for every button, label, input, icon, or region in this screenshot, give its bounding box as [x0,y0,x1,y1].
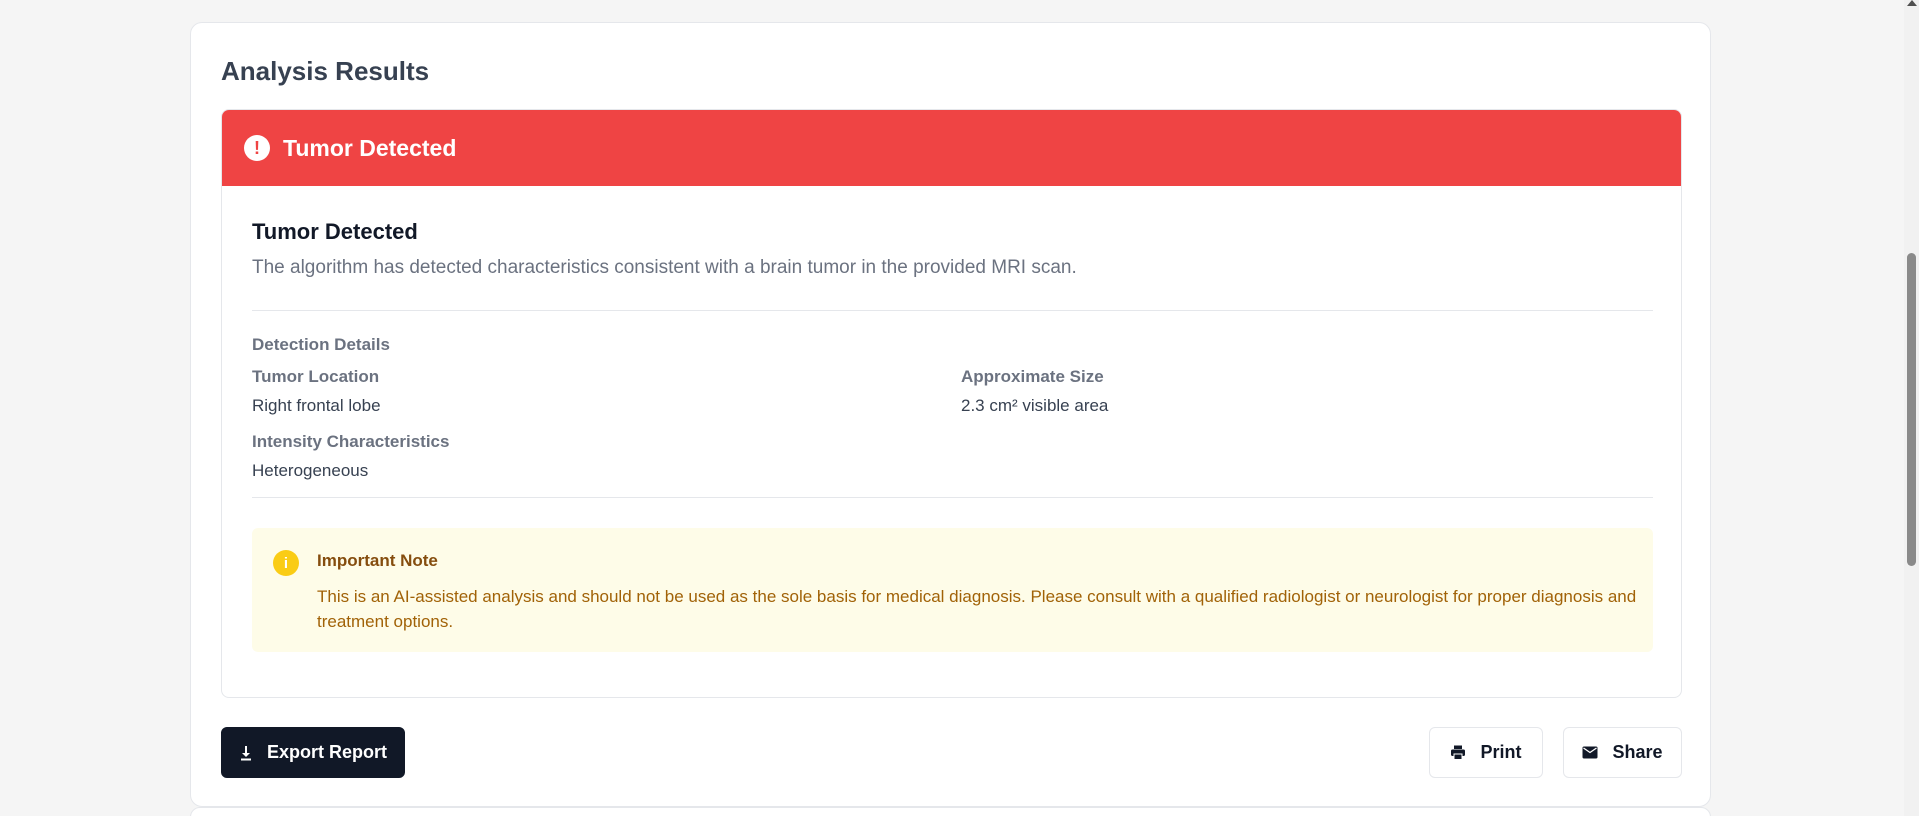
analysis-results-card: Analysis Results ! Tumor Detected Tumor … [190,22,1711,807]
detail-label: Approximate Size [961,367,1104,386]
alert-icon: ! [244,135,270,161]
divider [252,497,1653,498]
section-title: Analysis Results [221,56,430,86]
share-button[interactable]: Share [1563,727,1682,778]
download-icon [239,745,253,761]
print-label: Print [1480,742,1522,762]
scrollbar[interactable] [1904,0,1919,816]
detail-value: Right frontal lobe [252,396,381,415]
detail-intensity-characteristics: Intensity Characteristics Heterogeneous [252,432,961,497]
export-report-label: Export Report [266,742,387,762]
result-heading: Tumor Detected [252,219,418,244]
detail-value: 2.3 cm² visible area [961,396,1109,415]
result-box: ! Tumor Detected Tumor Detected The algo… [221,109,1682,698]
note-title: Important Note [317,551,438,570]
banner-title: Tumor Detected [283,134,457,161]
share-label: Share [1612,742,1663,762]
details-grid: Tumor Location Right frontal lobe Approx… [252,367,1651,497]
next-card [190,807,1711,816]
note-text: This is an AI-assisted analysis and shou… [317,587,1637,631]
printer-icon [1450,745,1466,760]
result-description: The algorithm has detected characteristi… [252,257,1077,278]
export-report-button[interactable]: Export Report [221,727,405,778]
detail-value: Heterogeneous [252,461,369,480]
divider [252,310,1653,311]
important-note: i Important Note This is an AI-assisted … [252,528,1653,652]
page: Analysis Results ! Tumor Detected Tumor … [0,0,1919,816]
print-button[interactable]: Print [1429,727,1543,778]
result-body: Tumor Detected The algorithm has detecte… [222,186,1681,652]
details-title: Detection Details [252,335,390,354]
detail-tumor-location: Tumor Location Right frontal lobe [252,367,961,432]
detail-label: Intensity Characteristics [252,432,450,451]
detail-approximate-size: Approximate Size 2.3 cm² visible area [961,367,1653,432]
scroll-thumb[interactable] [1907,253,1916,566]
result-banner: ! Tumor Detected [222,110,1681,186]
scroll-up-icon[interactable] [1907,0,1917,6]
info-icon: i [273,550,299,576]
detail-label: Tumor Location [252,367,380,386]
mail-icon [1582,746,1598,759]
